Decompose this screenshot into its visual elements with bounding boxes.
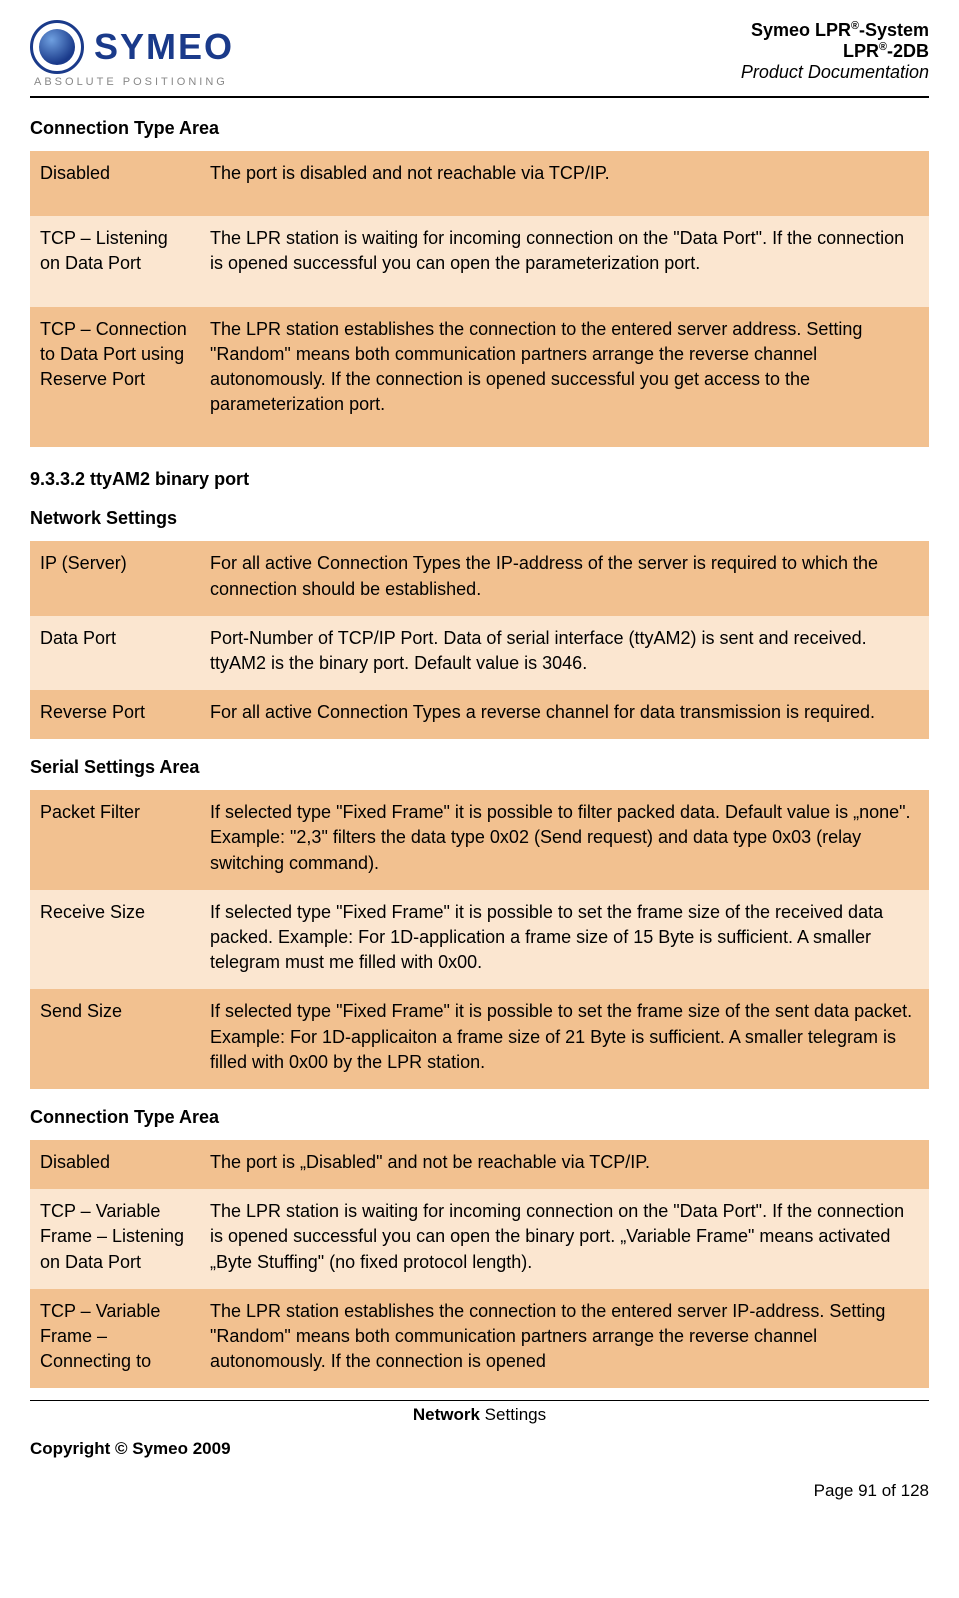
- hdr-line1-post: -System: [859, 20, 929, 40]
- cell-val: Port-Number of TCP/IP Port. Data of seri…: [200, 616, 929, 690]
- table-row: TCP – Variable Frame – Connecting to The…: [30, 1289, 929, 1389]
- cell-key: Receive Size: [30, 890, 200, 990]
- footer-center-rest: Settings: [480, 1405, 546, 1424]
- footer-center: Network Settings: [30, 1400, 929, 1425]
- table-row: Receive Size If selected type "Fixed Fra…: [30, 890, 929, 990]
- page-header: SYMEO ABSOLUTE POSITIONING Symeo LPR®-Sy…: [30, 20, 929, 98]
- section-title-serial-settings: Serial Settings Area: [30, 757, 929, 778]
- cell-key: Data Port: [30, 616, 200, 690]
- table-row: IP (Server) For all active Connection Ty…: [30, 541, 929, 615]
- table-row: Data Port Port-Number of TCP/IP Port. Da…: [30, 616, 929, 690]
- cell-key: Disabled: [30, 151, 200, 216]
- table-row: Send Size If selected type "Fixed Frame"…: [30, 989, 929, 1089]
- cell-val: If selected type "Fixed Frame" it is pos…: [200, 890, 929, 990]
- table-row: TCP – Listening on Data Port The LPR sta…: [30, 216, 929, 306]
- section-title-network-settings: Network Settings: [30, 508, 929, 529]
- table-serial-settings: Packet Filter If selected type "Fixed Fr…: [30, 790, 929, 1089]
- hdr-line2-pre: LPR: [843, 41, 879, 61]
- table-conn-type-1: Disabled The port is disabled and not re…: [30, 151, 929, 447]
- cell-val: For all active Connection Types a revers…: [200, 690, 929, 739]
- cell-val: The LPR station establishes the connecti…: [200, 307, 929, 448]
- table-row: Packet Filter If selected type "Fixed Fr…: [30, 790, 929, 890]
- logo-block: SYMEO ABSOLUTE POSITIONING: [30, 20, 234, 88]
- hdr-line2-post: -2DB: [887, 41, 929, 61]
- footer-pagenum: Page 91 of 128: [30, 1481, 929, 1501]
- cell-key: TCP – Listening on Data Port: [30, 216, 200, 306]
- hdr-line3: Product Documentation: [741, 62, 929, 83]
- table-row: TCP – Variable Frame – Listening on Data…: [30, 1189, 929, 1289]
- table-row: Reverse Port For all active Connection T…: [30, 690, 929, 739]
- logo-text: SYMEO: [94, 26, 234, 68]
- header-right: Symeo LPR®-System LPR®-2DB Product Docum…: [741, 20, 929, 83]
- cell-key: TCP – Connection to Data Port using Rese…: [30, 307, 200, 448]
- cell-key: TCP – Variable Frame – Listening on Data…: [30, 1189, 200, 1289]
- cell-val: If selected type "Fixed Frame" it is pos…: [200, 790, 929, 890]
- section-title-conn-type-1: Connection Type Area: [30, 118, 929, 139]
- cell-val: The port is disabled and not reachable v…: [200, 151, 929, 216]
- logo-subtitle: ABSOLUTE POSITIONING: [34, 76, 228, 88]
- logo-icon: [30, 20, 84, 74]
- cell-key: Reverse Port: [30, 690, 200, 739]
- cell-val: If selected type "Fixed Frame" it is pos…: [200, 989, 929, 1089]
- cell-val: The port is „Disabled" and not be reacha…: [200, 1140, 929, 1189]
- heading-9332: 9.3.3.2 ttyAM2 binary port: [30, 469, 929, 490]
- cell-key: Send Size: [30, 989, 200, 1089]
- hdr-line2-sup: ®: [879, 41, 887, 53]
- section-title-conn-type-2: Connection Type Area: [30, 1107, 929, 1128]
- footer-center-bold: Network: [413, 1405, 480, 1424]
- cell-key: Packet Filter: [30, 790, 200, 890]
- cell-key: Disabled: [30, 1140, 200, 1189]
- footer-copyright: Copyright © Symeo 2009: [30, 1439, 929, 1459]
- table-row: Disabled The port is „Disabled" and not …: [30, 1140, 929, 1189]
- hdr-line1-sup: ®: [851, 20, 859, 32]
- cell-key: IP (Server): [30, 541, 200, 615]
- cell-val: The LPR station is waiting for incoming …: [200, 216, 929, 306]
- table-conn-type-2: Disabled The port is „Disabled" and not …: [30, 1140, 929, 1388]
- table-network-settings: IP (Server) For all active Connection Ty…: [30, 541, 929, 739]
- cell-val: For all active Connection Types the IP-a…: [200, 541, 929, 615]
- table-row: Disabled The port is disabled and not re…: [30, 151, 929, 216]
- cell-key: TCP – Variable Frame – Connecting to: [30, 1289, 200, 1389]
- cell-val: The LPR station is waiting for incoming …: [200, 1189, 929, 1289]
- cell-val: The LPR station establishes the connecti…: [200, 1289, 929, 1389]
- hdr-line1-pre: Symeo LPR: [751, 20, 851, 40]
- table-row: TCP – Connection to Data Port using Rese…: [30, 307, 929, 448]
